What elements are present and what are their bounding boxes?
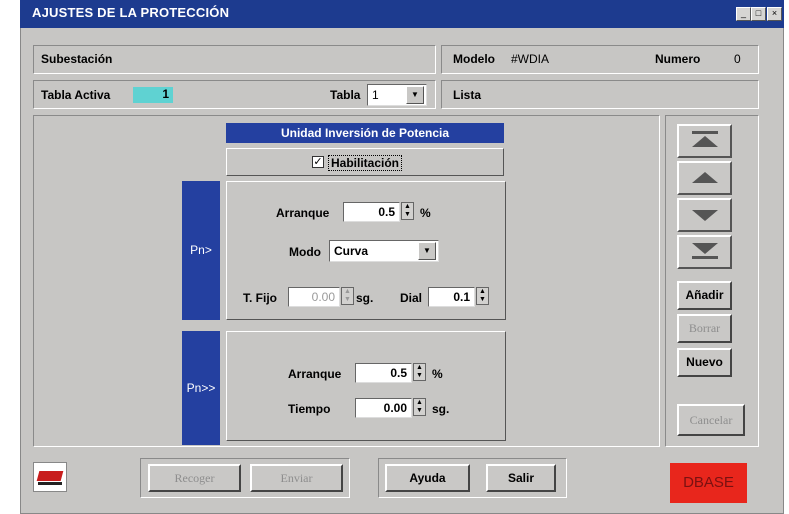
pn1-tfijo-spinner[interactable]: ▲ ▼ — [341, 287, 354, 305]
pn1-modo-label: Modo — [289, 245, 321, 259]
lista-label: Lista — [453, 88, 482, 102]
pn1-arranque-unit: % — [420, 206, 431, 220]
pn1-tfijo-unit: sg. — [356, 291, 374, 305]
habilitacion-label: Habilitación — [328, 155, 403, 171]
first-record-button[interactable] — [677, 124, 732, 158]
numero-value: 0 — [734, 52, 741, 66]
pn2-tiempo-unit: sg. — [432, 402, 450, 416]
pn1-modo-value: Curva — [334, 244, 369, 258]
enviar-button[interactable]: Enviar — [250, 464, 343, 492]
recoger-button[interactable]: Recoger — [148, 464, 241, 492]
last-record-button[interactable] — [677, 235, 732, 269]
pn1-tfijo-input[interactable]: 0.00 — [288, 287, 340, 307]
pn2-tiempo-input[interactable]: 0.00 — [355, 398, 412, 418]
salir-button[interactable]: Salir — [486, 464, 556, 492]
numero-label: Numero — [655, 52, 701, 66]
pn2-tiempo-spinner[interactable]: ▲ ▼ — [413, 398, 426, 416]
pn1-dial-label: Dial — [400, 291, 423, 305]
cancelar-button[interactable]: Cancelar — [677, 404, 745, 436]
pn2-arranque-label: Arranque — [288, 367, 342, 381]
unit-title: Unidad Inversión de Potencia — [226, 123, 504, 143]
pn1-dial-input[interactable]: 0.1 — [428, 287, 475, 307]
pn2-arranque-input[interactable]: 0.5 — [355, 363, 412, 383]
lista-panel — [441, 80, 759, 109]
pn2-tiempo-label: Tiempo — [288, 402, 331, 416]
modelo-value: #WDIA — [511, 52, 550, 66]
pn2-arranque-spinner[interactable]: ▲ ▼ — [413, 363, 426, 381]
tabla-activa-value: 1 — [133, 87, 173, 103]
pn2-label: Pn>> — [182, 331, 220, 445]
chevron-down-icon[interactable]: ▼ — [418, 242, 436, 260]
minimize-button[interactable]: _ — [736, 7, 751, 21]
tabla-select-value: 1 — [372, 88, 379, 102]
tabla-select[interactable]: 1 ▼ — [367, 84, 427, 106]
habilitacion-checkbox[interactable]: ✓ — [312, 156, 324, 168]
tabla-label: Tabla — [330, 88, 361, 102]
pn1-label: Pn> — [182, 181, 220, 320]
modelo-label: Modelo — [453, 52, 495, 66]
prev-record-button[interactable] — [677, 161, 732, 195]
pn1-modo-select[interactable]: Curva ▼ — [329, 240, 439, 262]
chevron-down-icon[interactable]: ▼ — [406, 86, 424, 104]
maximize-button[interactable]: □ — [751, 7, 766, 21]
dbase-indicator[interactable]: DBASE — [670, 463, 747, 503]
pn2-panel — [226, 331, 506, 441]
window-title: AJUSTES DE LA PROTECCIÓN — [32, 5, 230, 20]
tabla-activa-label: Tabla Activa — [41, 88, 111, 102]
anadir-button[interactable]: Añadir — [677, 281, 732, 310]
logo — [33, 462, 67, 492]
pn1-arranque-label: Arranque — [276, 206, 330, 220]
nuevo-button[interactable]: Nuevo — [677, 348, 732, 377]
borrar-button[interactable]: Borrar — [677, 314, 732, 343]
subestacion-label: Subestación — [41, 52, 113, 66]
pn1-dial-spinner[interactable]: ▲ ▼ — [476, 287, 489, 305]
next-record-button[interactable] — [677, 198, 732, 232]
first-record-icon — [691, 131, 718, 134]
close-button[interactable]: × — [767, 7, 782, 21]
pn1-tfijo-label: T. Fijo — [243, 291, 277, 305]
pn1-arranque-input[interactable]: 0.5 — [343, 202, 400, 222]
last-record-icon — [691, 243, 718, 254]
pn2-arranque-unit: % — [432, 367, 443, 381]
arrow-down-icon — [691, 210, 718, 221]
pn1-arranque-spinner[interactable]: ▲ ▼ — [401, 202, 414, 220]
ayuda-button[interactable]: Ayuda — [385, 464, 470, 492]
arrow-up-icon — [691, 172, 718, 183]
